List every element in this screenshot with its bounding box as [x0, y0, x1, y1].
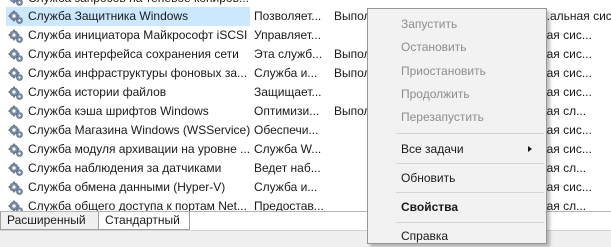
menu-separator — [396, 133, 544, 134]
service-description: Позволяет... — [254, 9, 322, 23]
service-startup-type: ная сл... — [540, 104, 587, 118]
menu-item-properties[interactable]: Свойства — [368, 196, 546, 218]
service-description: Эта служб... — [254, 47, 323, 61]
service-name: Служба обмена данными (Hyper-V) — [28, 180, 226, 194]
gear-icon — [8, 161, 24, 177]
service-name: Служба инициатора Майкрософт iSCSI — [28, 28, 248, 42]
menu-item-all-tasks[interactable]: Все задачи — [368, 138, 546, 160]
service-description: Оптимизи... — [254, 104, 320, 118]
service-name-cell[interactable]: Служба наблюдения за датчиками — [6, 159, 250, 178]
gear-icon — [8, 104, 24, 120]
service-description: Защищает... — [254, 85, 322, 99]
service-name-cell[interactable]: Служба интерфейса сохранения сети — [6, 45, 250, 64]
service-startup-type: ная сис... — [540, 85, 592, 99]
service-name: Служба Защитника Windows — [28, 9, 189, 23]
service-name-cell[interactable]: Служба Защитника Windows — [6, 7, 250, 26]
service-startup-type: ная сл... — [540, 199, 587, 212]
service-name: Служба наблюдения за датчиками — [28, 161, 222, 175]
service-name: Служба интерфейса сохранения сети — [28, 47, 239, 61]
menu-item-pause[interactable]: Приостановить — [368, 60, 546, 82]
service-name-cell[interactable]: Служба обмена данными (Hyper-V) — [6, 178, 250, 197]
gear-icon — [8, 47, 24, 63]
service-description: Ведет наб... — [254, 161, 321, 175]
submenu-arrow-icon — [528, 146, 532, 152]
menu-separator — [396, 163, 544, 164]
menu-item-start[interactable]: Запустить — [368, 13, 546, 35]
context-menu: Запустить Остановить Приостановить Продо… — [367, 8, 547, 244]
service-startup-type: ная сис... — [540, 142, 592, 156]
tab-extended[interactable]: Расширенный — [0, 212, 102, 230]
service-name-cell[interactable]: Служба истории файлов — [6, 83, 250, 102]
service-startup-type: ная сис... — [540, 123, 592, 137]
service-name-cell[interactable]: Служба кэша шрифтов Windows — [6, 102, 250, 121]
gear-icon — [8, 66, 24, 82]
service-startup-type: ная сис... — [540, 180, 592, 194]
menu-item-restart[interactable]: Перезапустить — [368, 106, 546, 128]
gear-icon — [8, 85, 24, 101]
service-description: Служба W... — [254, 142, 322, 156]
service-startup-type: ная сис... — [540, 66, 592, 80]
service-description: Служба и... — [254, 66, 318, 80]
service-startup-type: ...альная сис... — [540, 9, 611, 23]
menu-item-resume[interactable]: Продолжить — [368, 83, 546, 105]
service-startup-type: ная сис... — [540, 47, 592, 61]
service-name: Служба модуля архивации на уровне ... — [28, 142, 250, 156]
menu-separator — [396, 192, 544, 193]
service-startup-type: ная сис... — [540, 28, 592, 42]
service-name-cell[interactable]: Служба Магазина Windows (WSService) — [6, 121, 250, 140]
menu-item-help[interactable]: Справка — [368, 225, 546, 247]
gear-icon — [8, 180, 24, 196]
service-startup-type: ная сл... — [540, 161, 587, 175]
tab-standard[interactable]: Стандартный — [98, 212, 190, 230]
service-description: Предостав... — [254, 199, 324, 212]
service-name-cell[interactable]: Служба общего доступа к портам Net... — [6, 197, 250, 212]
menu-separator — [396, 222, 544, 223]
service-name-cell[interactable]: Служба модуля архивации на уровне ... — [6, 140, 250, 159]
service-name-cell[interactable]: Служба инфраструктуры фоновых за... — [6, 64, 250, 83]
service-name: Служба общего доступа к портам Net... — [28, 199, 247, 212]
gear-icon — [8, 123, 24, 139]
service-name: Служба инфраструктуры фоновых за... — [28, 66, 248, 80]
service-description: Управляет... — [254, 28, 321, 42]
gear-icon — [8, 9, 24, 25]
menu-item-refresh[interactable]: Обновить — [368, 167, 546, 189]
service-name: Служба истории файлов — [28, 85, 167, 99]
menu-item-stop[interactable]: Остановить — [368, 36, 546, 58]
service-description: Служба и... — [254, 180, 318, 194]
gear-icon — [8, 142, 24, 158]
service-name: Служба кэша шрифтов Windows — [28, 104, 209, 118]
gear-icon — [8, 0, 24, 7]
service-name-cell[interactable]: Служба инициатора Майкрософт iSCSI — [6, 26, 250, 45]
service-name: Служба Магазина Windows (WSService) — [28, 123, 250, 137]
gear-icon — [8, 28, 24, 44]
service-description: Обеспечи... — [254, 123, 319, 137]
